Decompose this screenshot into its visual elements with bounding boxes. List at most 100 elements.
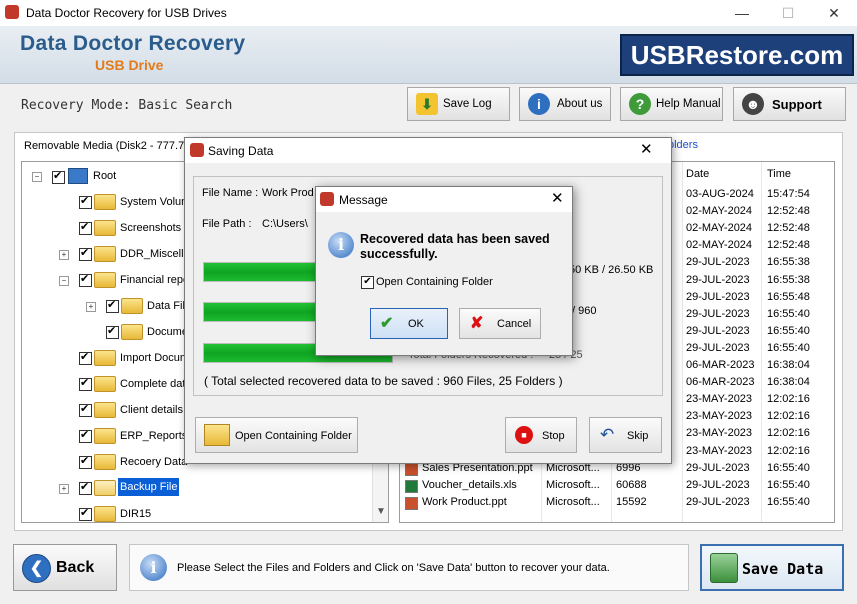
tree-checkbox[interactable] — [79, 376, 92, 391]
file-size-cell: 60688 — [616, 479, 647, 491]
expand-icon[interactable]: + — [59, 484, 69, 494]
open-containing-folder-button[interactable]: Open Containing Folder — [195, 417, 358, 453]
info-icon: i — [328, 232, 354, 258]
folders-link[interactable]: olders — [668, 139, 698, 151]
folder-icon — [94, 194, 116, 210]
media-label: Removable Media (Disk2 - 777.73 — [24, 140, 191, 152]
window-title: Data Doctor Recovery for USB Drives — [26, 6, 227, 20]
date-cell: 23-MAY-2023 — [686, 427, 753, 439]
column-header-date[interactable]: Date — [686, 162, 710, 184]
title-bar: Data Doctor Recovery for USB Drives — ☐ … — [0, 0, 857, 26]
tree-checkbox[interactable] — [79, 194, 92, 209]
save-log-button[interactable]: ⬇ Save Log — [407, 87, 510, 121]
tree-label: Import Docum — [120, 352, 190, 364]
time-cell: 12:52:48 — [767, 205, 810, 217]
tree-item[interactable]: DIR15 — [22, 502, 382, 522]
saving-dialog-titlebar: Saving Data ✕ — [185, 138, 671, 163]
time-cell: 16:55:38 — [767, 274, 810, 286]
time-cell: 12:52:48 — [767, 239, 810, 251]
back-arrow-icon: ❮ — [22, 554, 51, 583]
status-bar: i Please Select the Files and Folders an… — [129, 544, 689, 591]
folder-icon — [94, 428, 116, 444]
date-cell: 23-MAY-2023 — [686, 445, 753, 457]
date-cell: 29-JUL-2023 — [686, 256, 750, 268]
folder-icon — [94, 246, 116, 262]
ok-button[interactable]: ✔ OK — [370, 308, 448, 339]
tree-checkbox[interactable] — [52, 169, 65, 184]
stop-label: Stop — [542, 430, 565, 442]
date-cell: 29-JUL-2023 — [686, 308, 750, 320]
status-text: Please Select the Files and Folders and … — [177, 562, 610, 574]
powerpoint-file-icon — [405, 463, 418, 476]
cancel-button[interactable]: ✘ Cancel — [459, 308, 541, 339]
column-header-time[interactable]: Time — [767, 162, 792, 184]
tree-checkbox[interactable] — [79, 220, 92, 235]
minimize-button[interactable]: — — [719, 0, 765, 26]
app-icon — [320, 192, 334, 206]
help-icon: ? — [629, 93, 651, 115]
date-cell: 02-MAY-2024 — [686, 239, 753, 251]
computer-icon — [68, 168, 88, 184]
time-cell: 16:55:40 — [767, 496, 810, 508]
file-type-cell: Microsoft... — [546, 479, 600, 491]
skip-button[interactable]: ↶ Skip — [589, 417, 662, 453]
support-label: Support — [772, 97, 822, 112]
skip-icon: ↶ — [600, 425, 615, 444]
tree-checkbox[interactable] — [79, 402, 92, 417]
date-cell: 29-JUL-2023 — [686, 325, 750, 337]
close-button[interactable]: ✕ — [811, 0, 857, 26]
tree-checkbox[interactable] — [79, 246, 92, 261]
open-folder-checkbox[interactable]: ✔ — [361, 276, 374, 289]
tree-checkbox[interactable] — [79, 480, 92, 495]
tree-checkbox[interactable] — [79, 350, 92, 365]
date-cell: 29-JUL-2023 — [686, 496, 750, 508]
date-cell: 06-MAR-2023 — [686, 359, 755, 371]
brand-subtitle: USB Drive — [95, 57, 164, 73]
excel-file-icon — [405, 480, 418, 493]
save-log-icon: ⬇ — [416, 93, 438, 115]
maximize-button[interactable]: ☐ — [765, 0, 811, 26]
date-cell: 29-JUL-2023 — [686, 342, 750, 354]
help-label: Help Manual — [656, 98, 721, 110]
back-button[interactable]: ❮ Back — [13, 544, 117, 591]
tree-checkbox[interactable] — [106, 324, 119, 339]
folder-icon — [94, 402, 116, 418]
folder-icon — [121, 324, 143, 340]
tree-label: Screenshots — [120, 222, 182, 234]
stop-button[interactable]: ■ Stop — [505, 417, 577, 453]
info-icon: i — [140, 554, 167, 581]
date-cell: 29-JUL-2023 — [686, 274, 750, 286]
tree-label: ERP_Reports — [120, 430, 188, 442]
tree-label: Docume — [147, 326, 188, 338]
save-data-button[interactable]: Save Data — [700, 544, 844, 591]
expand-icon[interactable]: + — [86, 302, 96, 312]
tree-label: Recoery Data — [120, 456, 188, 468]
tree-checkbox[interactable] — [79, 506, 92, 521]
saving-close-button[interactable]: ✕ — [640, 140, 653, 158]
message-close-button[interactable]: ✕ — [551, 189, 564, 207]
file-name-label: File Name : — [202, 187, 259, 199]
help-button[interactable]: ? Help Manual — [620, 87, 723, 121]
cancel-x-icon: ✘ — [470, 315, 484, 332]
tree-checkbox[interactable] — [106, 298, 119, 313]
open-folder-icon — [94, 480, 116, 496]
collapse-icon[interactable]: − — [59, 276, 69, 286]
tree-label: DDR_Miscellar — [120, 248, 194, 260]
saving-dialog-title: Saving Data — [208, 144, 274, 158]
tree-checkbox[interactable] — [79, 428, 92, 443]
message-text: Recovered data has been saved successful… — [360, 232, 550, 261]
tree-item-selected[interactable]: + Backup File — [22, 476, 382, 500]
tree-checkbox[interactable] — [79, 272, 92, 287]
scroll-down-icon[interactable]: ▼ — [376, 506, 386, 517]
support-button[interactable]: ☻ Support — [733, 87, 846, 121]
collapse-icon[interactable]: − — [32, 172, 42, 182]
tree-checkbox[interactable] — [79, 454, 92, 469]
time-cell: 16:55:38 — [767, 256, 810, 268]
folder-icon — [121, 298, 143, 314]
expand-icon[interactable]: + — [59, 250, 69, 260]
powerpoint-file-icon — [405, 497, 418, 510]
date-cell: 29-JUL-2023 — [686, 291, 750, 303]
time-cell: 12:02:16 — [767, 410, 810, 422]
about-button[interactable]: i About us — [519, 87, 611, 121]
file-type-cell: Microsoft... — [546, 496, 600, 508]
